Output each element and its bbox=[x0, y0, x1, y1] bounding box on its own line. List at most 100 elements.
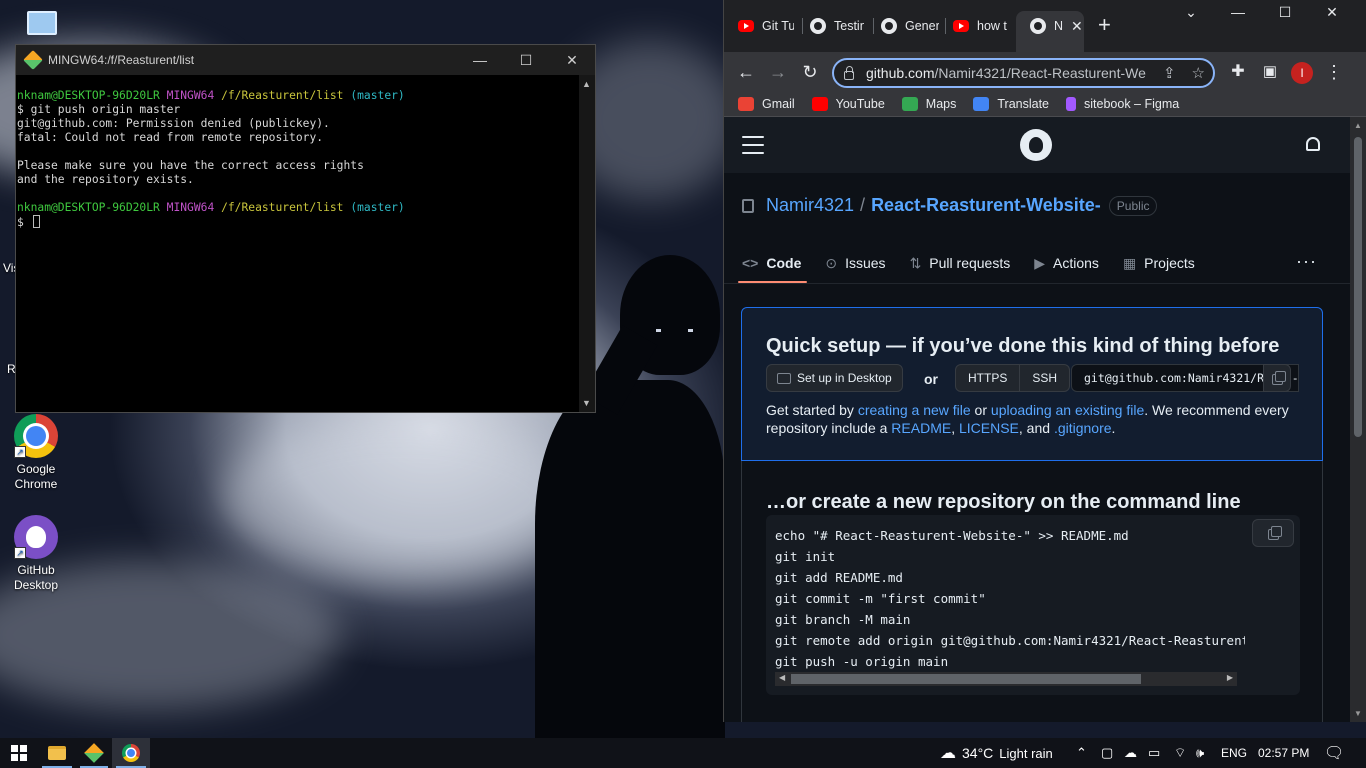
wifi-icon[interactable]: ⌔ bbox=[1174, 738, 1186, 768]
prompt-line: nknam@DESKTOP-96D20LR MINGW64 /f/Reastur… bbox=[17, 89, 405, 102]
terminal-scrollbar[interactable]: ▲ ▼ bbox=[579, 75, 595, 412]
browser-tab[interactable]: how t bbox=[939, 11, 1013, 41]
notifications-icon[interactable]: 🗨 bbox=[1324, 738, 1344, 768]
gitignore-link[interactable]: .gitignore bbox=[1054, 420, 1112, 436]
more-tabs-button[interactable]: ··· bbox=[1296, 251, 1317, 272]
new-tab-button[interactable]: + bbox=[1098, 12, 1111, 38]
repo-name-link[interactable]: React-Reasturent-Website- bbox=[871, 195, 1101, 216]
tab-code[interactable]: <> Code bbox=[737, 245, 808, 283]
taskbar-chrome[interactable] bbox=[112, 738, 150, 768]
https-button[interactable]: HTTPS bbox=[955, 364, 1021, 392]
repo-owner-link[interactable]: Namir4321 bbox=[766, 195, 854, 216]
bookmark-youtube[interactable]: YouTube bbox=[811, 97, 885, 111]
upload-file-link[interactable]: uploading an existing file bbox=[991, 402, 1144, 418]
profile-avatar[interactable]: I bbox=[1291, 62, 1313, 84]
page-scrollbar[interactable]: ▲ ▼ bbox=[1350, 117, 1366, 722]
close-button[interactable]: ✕ bbox=[1309, 4, 1355, 21]
scrollbar-thumb[interactable] bbox=[1354, 137, 1362, 437]
minimize-button[interactable]: — bbox=[457, 45, 503, 75]
share-icon[interactable]: ⇪ bbox=[1163, 64, 1176, 82]
tab-issues[interactable]: ⊙ Issues bbox=[825, 245, 885, 281]
scroll-right-icon[interactable]: ▶ bbox=[1227, 673, 1233, 682]
bookmark-gmail[interactable]: Gmail bbox=[738, 97, 795, 111]
browser-tab[interactable]: Gener bbox=[867, 11, 939, 41]
browser-tab[interactable]: Testin bbox=[796, 11, 864, 41]
clock[interactable]: 02:57 PM bbox=[1258, 738, 1309, 768]
scroll-left-icon[interactable]: ◀ bbox=[779, 673, 785, 682]
scroll-down-icon[interactable]: ▼ bbox=[582, 398, 591, 408]
this-pc-icon[interactable] bbox=[27, 11, 57, 35]
meet-now-icon[interactable]: ▢ bbox=[1101, 738, 1113, 768]
wallpaper-cloud bbox=[220, 420, 580, 580]
readme-link[interactable]: README bbox=[891, 420, 951, 436]
nav-divider bbox=[724, 283, 1351, 284]
address-bar[interactable]: github.com/Namir4321/React-Reasturent-We… bbox=[832, 58, 1215, 88]
maximize-button[interactable]: ☐ bbox=[503, 45, 549, 75]
bookmark-maps[interactable]: Maps bbox=[901, 97, 956, 111]
github-logo-icon[interactable] bbox=[1020, 129, 1052, 161]
tab-pull-requests[interactable]: ⇅ Pull requests bbox=[910, 245, 1011, 281]
code-horizontal-scrollbar[interactable]: ◀ ▶ bbox=[775, 672, 1237, 686]
show-hidden-icons[interactable]: ⌃ bbox=[1076, 738, 1087, 768]
weather-description: Light rain bbox=[999, 745, 1053, 761]
copy-url-icon[interactable] bbox=[1263, 364, 1291, 392]
desktop-icon-google-chrome[interactable]: ↗ Google Chrome bbox=[3, 414, 69, 492]
battery-icon[interactable]: ▭ bbox=[1148, 738, 1160, 768]
setup-in-desktop-button[interactable]: Set up in Desktop bbox=[766, 364, 903, 392]
forward-icon[interactable]: → bbox=[766, 61, 790, 83]
figma-icon bbox=[1066, 97, 1077, 111]
scrollbar-thumb[interactable] bbox=[791, 674, 1141, 684]
close-tab-icon[interactable]: ✕ bbox=[1071, 18, 1083, 35]
tab-projects[interactable]: ▦ Projects bbox=[1123, 245, 1195, 281]
language-indicator[interactable]: ENG bbox=[1221, 738, 1247, 768]
back-icon[interactable]: ← bbox=[734, 61, 758, 83]
chrome-window[interactable]: Git Tu Testin Gener how t N ✕ + ⌄ — ☐ ✕ ←… bbox=[723, 0, 1366, 722]
tab-search-icon[interactable]: ⌄ bbox=[1168, 4, 1214, 21]
taskbar-git-bash[interactable] bbox=[76, 738, 112, 768]
ssh-button[interactable]: SSH bbox=[1020, 364, 1071, 392]
browser-tab[interactable]: Git Tu bbox=[724, 11, 794, 41]
taskbar-file-explorer[interactable] bbox=[38, 738, 76, 768]
shortcut-arrow-icon: ↗ bbox=[14, 446, 26, 458]
lock-icon[interactable] bbox=[844, 65, 854, 80]
output-line: git@github.com: Permission denied (publi… bbox=[17, 117, 330, 130]
copy-code-icon[interactable] bbox=[1252, 519, 1294, 547]
create-new-file-link[interactable]: creating a new file bbox=[858, 402, 971, 418]
reload-icon[interactable]: ↻ bbox=[798, 61, 822, 83]
maximize-button[interactable]: ☐ bbox=[1262, 4, 1308, 21]
code-block[interactable]: echo "# React-Reasturent-Website-" >> RE… bbox=[766, 515, 1300, 695]
hamburger-menu-icon[interactable] bbox=[742, 136, 764, 160]
input-line[interactable]: $ bbox=[17, 215, 579, 230]
or-label: or bbox=[924, 371, 938, 387]
silhouette-eye bbox=[656, 329, 661, 332]
side-panel-icon[interactable]: ▣ bbox=[1258, 61, 1282, 83]
url-text: github.com/Namir4321/React-Reasturent-We bbox=[866, 65, 1146, 81]
license-link[interactable]: LICENSE bbox=[959, 420, 1019, 436]
menu-kebab-icon[interactable]: ⋮ bbox=[1322, 61, 1346, 83]
bookmarks-bar: Gmail YouTube Maps Translate sitebook – … bbox=[724, 92, 1366, 117]
browser-tab-active[interactable]: N ✕ bbox=[1016, 11, 1084, 52]
chrome-icon bbox=[122, 744, 140, 762]
bookmark-translate[interactable]: Translate bbox=[973, 97, 1049, 111]
scroll-up-icon[interactable]: ▲ bbox=[1354, 121, 1362, 130]
desktop-icon-github-desktop[interactable]: ↗ GitHub Desktop bbox=[3, 515, 69, 593]
terminal-output[interactable]: nknam@DESKTOP-96D20LR MINGW64 /f/Reastur… bbox=[17, 89, 579, 230]
git-bash-icon bbox=[84, 743, 104, 763]
translate-icon bbox=[973, 97, 990, 111]
bookmark-star-icon[interactable]: ☆ bbox=[1192, 64, 1205, 82]
onedrive-icon[interactable]: ☁ bbox=[1124, 738, 1137, 768]
tab-actions[interactable]: ▶ Actions bbox=[1034, 245, 1099, 281]
scroll-down-icon[interactable]: ▼ bbox=[1354, 709, 1362, 718]
issues-icon: ⊙ bbox=[825, 254, 838, 271]
start-button[interactable] bbox=[0, 738, 38, 768]
extensions-icon[interactable]: ✚ bbox=[1226, 61, 1250, 83]
close-button[interactable]: ✕ bbox=[549, 45, 595, 75]
minimize-button[interactable]: — bbox=[1215, 4, 1261, 20]
weather-widget[interactable]: ☁ 34°C Light rain bbox=[940, 738, 1053, 768]
terminal-titlebar[interactable]: MINGW64:/f/Reasturent/list — ☐ ✕ bbox=[16, 45, 595, 75]
volume-icon[interactable]: 🕪 bbox=[1196, 738, 1204, 768]
notifications-bell-icon[interactable] bbox=[1306, 137, 1320, 151]
terminal-window[interactable]: MINGW64:/f/Reasturent/list — ☐ ✕ nknam@D… bbox=[15, 44, 596, 413]
scroll-up-icon[interactable]: ▲ bbox=[582, 79, 591, 89]
bookmark-figma[interactable]: sitebook – Figma bbox=[1066, 97, 1179, 111]
